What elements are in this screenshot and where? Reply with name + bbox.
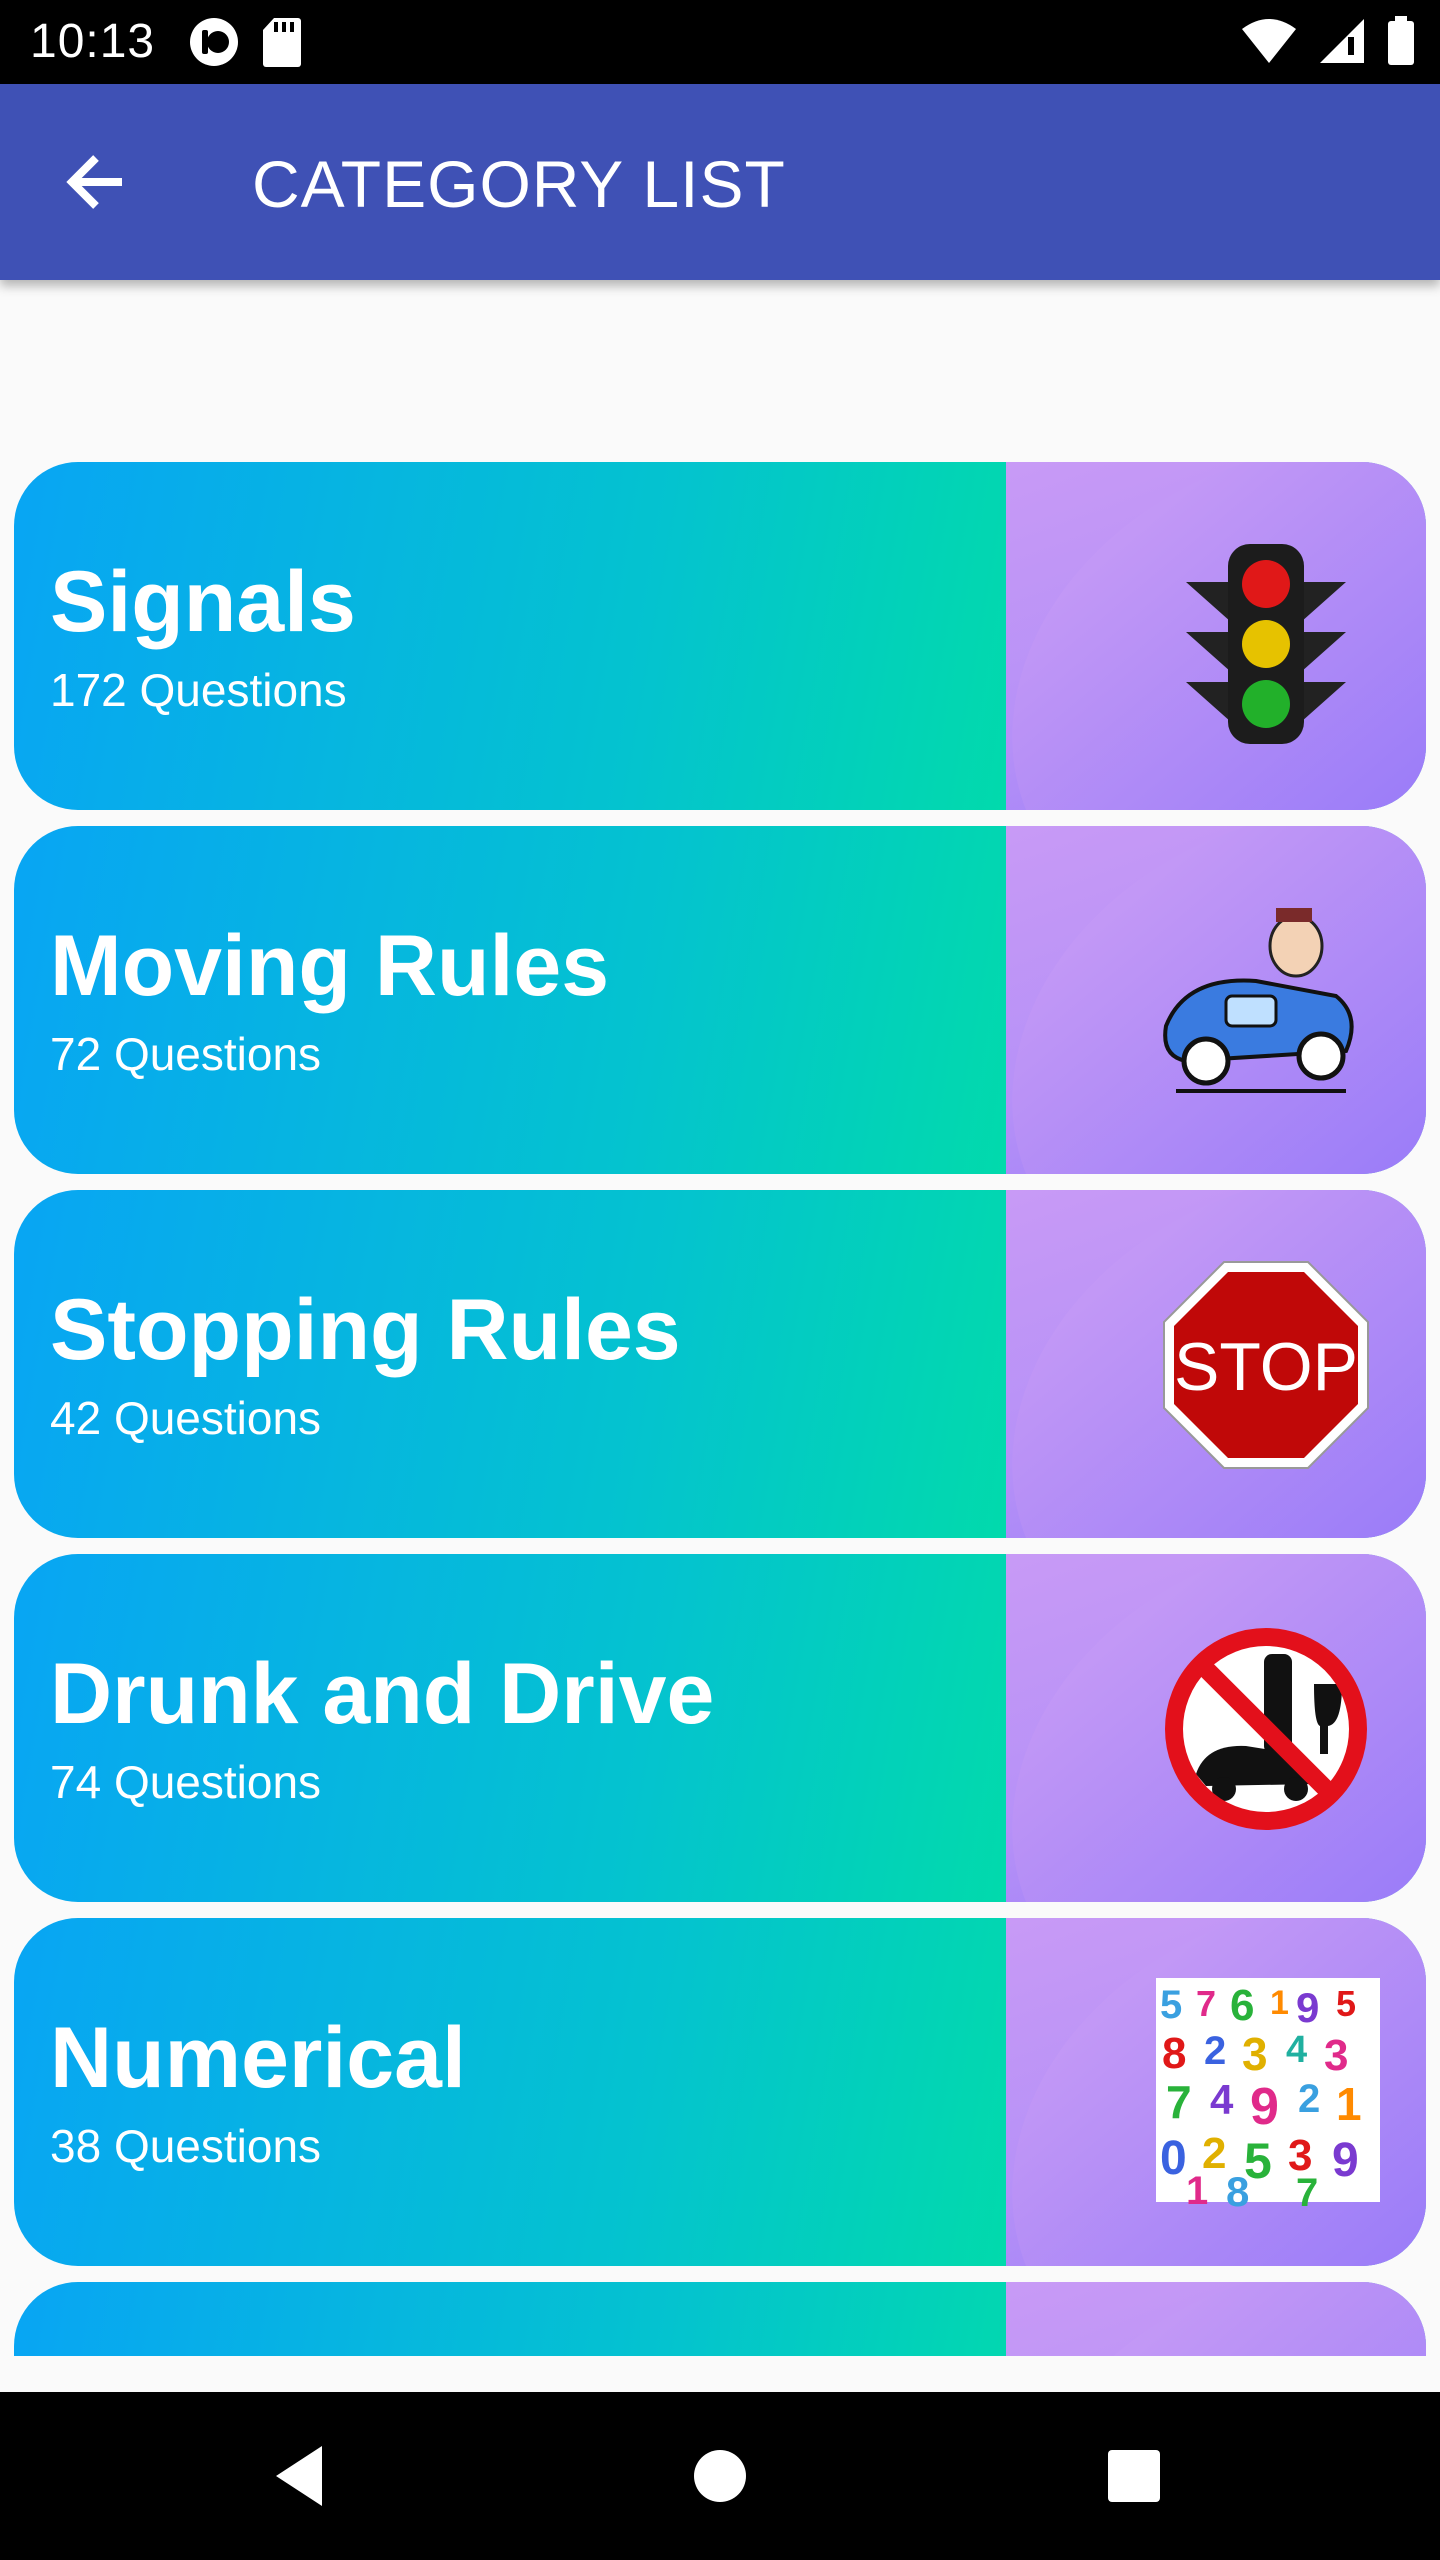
nav-recents-icon[interactable] — [1092, 2434, 1176, 2518]
car-driver-icon — [1163, 908, 1354, 1093]
svg-text:8: 8 — [1226, 2168, 1249, 2208]
category-count: 38 Questions — [50, 2120, 322, 2172]
category-count: 172 Questions — [50, 664, 347, 716]
svg-text:4: 4 — [1286, 2029, 1307, 2071]
category-title: Moving Rules — [50, 918, 610, 1014]
system-nav-bar — [0, 2392, 1440, 2560]
category-card-drunk-and-drive[interactable]: Drunk and Drive 74 Questions — [14, 1554, 1426, 1902]
card-decoration — [1006, 2282, 1426, 2356]
traffic-light-icon — [1186, 544, 1346, 744]
nav-home-icon[interactable] — [678, 2434, 762, 2518]
svg-text:6: 6 — [1230, 1981, 1254, 2030]
category-count: 42 Questions — [50, 1392, 322, 1444]
category-title: Stopping Rules — [50, 1282, 681, 1378]
category-card-numerical[interactable]: Numerical 38 Questions 5 7 6 1 9 5 8 2 3… — [14, 1918, 1426, 2266]
status-time: 10:13 — [30, 15, 156, 68]
category-card-moving-rules[interactable]: Moving Rules 72 Questions — [14, 826, 1426, 1174]
svg-text:9: 9 — [1296, 1984, 1319, 2031]
category-count: 74 Questions — [50, 1756, 322, 1808]
wifi-icon — [1242, 19, 1296, 63]
nav-back-icon[interactable] — [260, 2434, 344, 2518]
back-arrow-icon[interactable] — [52, 134, 148, 230]
numbers-icon: 5 7 6 1 9 5 8 2 3 4 3 7 4 9 2 1 0 2 5 3 — [1156, 1978, 1380, 2208]
category-title: Numerical — [50, 2010, 466, 2106]
svg-text:9: 9 — [1332, 2134, 1359, 2187]
category-list[interactable]: Signals 172 Questions Moving Rules 72 Qu… — [0, 280, 1440, 2356]
svg-text:5: 5 — [1160, 1983, 1182, 2027]
category-card-signals[interactable]: Signals 172 Questions — [14, 462, 1426, 810]
svg-text:2: 2 — [1204, 2029, 1226, 2073]
svg-text:4: 4 — [1210, 2076, 1234, 2123]
no-drink-driving-icon — [1165, 1628, 1367, 1830]
svg-text:8: 8 — [1162, 2029, 1186, 2078]
svg-text:7: 7 — [1166, 2076, 1192, 2128]
svg-text:1: 1 — [1336, 2078, 1362, 2130]
app-bar: CATEGORY LIST — [0, 84, 1440, 280]
app-notification-icon — [190, 18, 238, 66]
category-count: 72 Questions — [50, 1028, 322, 1080]
svg-text:STOP: STOP — [1174, 1329, 1358, 1405]
category-title: Drunk and Drive — [50, 1646, 715, 1742]
category-card-stopping-rules[interactable]: Stopping Rules 42 Questions STOP — [14, 1190, 1426, 1538]
svg-text:9: 9 — [1250, 2078, 1279, 2136]
svg-text:5: 5 — [1336, 1983, 1356, 2024]
svg-text:7: 7 — [1196, 1983, 1216, 2024]
svg-text:7: 7 — [1296, 2171, 1318, 2208]
svg-text:1: 1 — [1186, 2169, 1208, 2208]
svg-text:3: 3 — [1324, 2031, 1348, 2080]
page-title: CATEGORY LIST — [252, 147, 786, 221]
status-bar: 10:13 — [0, 0, 1440, 84]
battery-icon — [1388, 16, 1414, 65]
svg-text:1: 1 — [1270, 1984, 1289, 2022]
category-title: Signals — [50, 554, 356, 650]
stop-sign-icon: STOP — [1163, 1261, 1369, 1469]
svg-text:2: 2 — [1298, 2077, 1320, 2121]
svg-text:0: 0 — [1160, 2132, 1187, 2185]
cell-signal-icon — [1320, 19, 1364, 63]
svg-text:3: 3 — [1242, 2028, 1268, 2080]
sd-card-icon — [263, 18, 301, 67]
category-card-partial[interactable] — [14, 2282, 1426, 2356]
